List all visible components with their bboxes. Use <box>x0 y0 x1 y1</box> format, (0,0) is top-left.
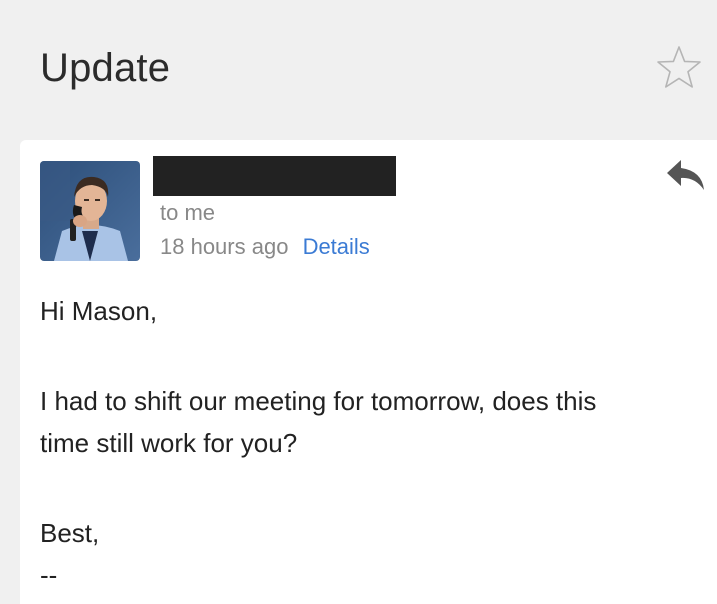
body-signature: -- <box>40 560 58 590</box>
body-closing: Best, <box>40 518 100 548</box>
body-greeting: Hi Mason, <box>40 296 158 326</box>
sender-avatar[interactable] <box>40 161 140 261</box>
body-line-2: time still work for you? <box>40 428 298 458</box>
timestamp: 18 hours ago <box>160 234 289 259</box>
body-line-1: I had to shift our meeting for tomorrow,… <box>40 386 597 416</box>
details-link[interactable]: Details <box>303 234 370 259</box>
star-icon[interactable] <box>656 44 702 90</box>
message-card: to me 18 hours ago Details Hi Mason, I h… <box>20 140 717 604</box>
message-body: Hi Mason, I had to shift our meeting for… <box>40 290 680 596</box>
email-subject: Update <box>40 46 171 90</box>
email-view: Update to me 18 hours ago Details Hi Mas… <box>0 0 717 604</box>
recipients-line[interactable]: to me <box>160 200 215 226</box>
message-meta: 18 hours ago Details <box>160 234 370 260</box>
sender-name-redacted <box>153 156 396 196</box>
reply-icon[interactable] <box>665 158 707 192</box>
